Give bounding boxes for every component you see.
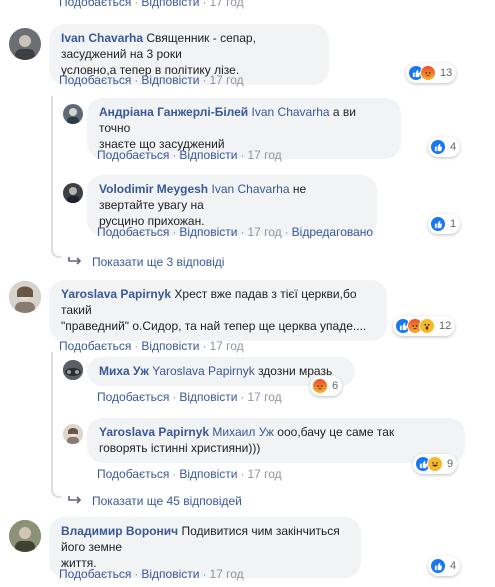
comment-author[interactable]: Yaroslava Papirnyk [61,287,171,301]
haha-icon [427,456,443,472]
avatar[interactable] [63,104,83,124]
top-comment-actions: Подобається · Відповісти · 17 год [59,0,244,9]
reply-link[interactable]: Відповісти [179,467,237,481]
reply-thread-line [51,352,53,486]
reply-link[interactable]: Відповісти [141,73,199,87]
timestamp: 17 год [247,225,282,239]
like-link[interactable]: Подобається [97,225,169,239]
like-link[interactable]: Подобається [59,339,131,353]
reaction-count: 13 [440,67,453,79]
timestamp: 17 год [209,73,244,87]
comment-text-line2: говорять істинні християни))) [99,441,261,455]
reply-link[interactable]: Відповісти [141,567,199,581]
reply-link[interactable]: Відповісти [179,390,237,404]
mention[interactable]: Ivan Chavarha [252,105,330,119]
reply-link[interactable]: Відповісти [141,339,199,353]
avatar[interactable] [63,183,83,203]
thread-corner [51,486,61,498]
reaction-summary[interactable]: 1 [428,214,461,234]
show-more-replies-link[interactable]: Показати ще 3 відповіді [68,255,224,269]
reaction-count: 4 [450,141,457,153]
reply-link[interactable]: Відповісти [141,0,199,9]
timestamp: 17 год [209,567,244,581]
avatar[interactable] [63,360,83,380]
avatar[interactable] [9,520,41,552]
angry-icon [420,65,436,81]
timestamp: 17 год [247,390,282,404]
reaction-summary[interactable]: 12 [393,316,456,336]
timestamp: 17 год [209,339,244,353]
edited-link[interactable]: Відредаговано [292,225,373,239]
like-link[interactable]: Подобається [97,390,169,404]
reaction-count: 4 [450,560,457,572]
like-link[interactable]: Подобається [59,73,131,87]
like-icon [430,216,446,232]
avatar[interactable] [9,28,41,60]
comment-author[interactable]: Владимир Воронич [61,524,178,538]
comment-text-line2: "праведний" о.Сидор, та най тепер ще цер… [61,319,367,333]
comment-author[interactable]: Volodimir Meygesh [99,182,208,196]
reply-link[interactable]: Відповісти [179,225,237,239]
reaction-summary[interactable]: 6 [310,376,343,396]
like-link[interactable]: Подобається [97,467,169,481]
reaction-count: 12 [439,320,452,332]
reply-actions: Подобається · Відповісти · 17 год [97,390,282,404]
mention[interactable]: Ivan Chavarha [211,182,289,196]
reaction-summary[interactable]: 4 [428,556,461,576]
comment-author[interactable]: Миха Уж [99,364,149,378]
reply-arrow-icon [68,255,82,269]
reaction-summary[interactable]: 9 [413,454,458,474]
like-link[interactable]: Подобається [59,567,131,581]
reply-actions: Подобається · Відповісти · 17 год · Відредагов… [97,225,374,239]
reaction-summary[interactable]: 4 [428,137,461,157]
like-icon [430,558,446,574]
comment-actions: Подобається · Відповісти · 17 год [59,567,244,581]
comment-author[interactable]: Ivan Chavarha [61,31,143,45]
timestamp: 17 год [247,148,282,162]
avatar[interactable] [63,424,83,444]
reaction-count: 1 [450,218,457,230]
angry-icon [312,378,328,394]
comment-text: ооо,бачу це саме так [277,425,395,439]
reply-actions: Подобається · Відповісти · 17 год [97,467,282,481]
mention[interactable]: Михаил Уж [212,425,274,439]
reply-bubble: Yaroslava Papirnyk Михаил Уж ооо,бачу це… [87,418,465,463]
reaction-count: 9 [447,458,454,470]
comment-actions: Подобається · Відповісти · 17 год [59,73,244,87]
avatar[interactable] [9,281,41,313]
reply-thread-line [51,96,53,246]
like-icon [430,139,446,155]
thread-corner [51,246,61,258]
like-link[interactable]: Подобається [97,148,169,162]
wow-icon [419,318,435,334]
comment-author[interactable]: Андріана Ганжерлі-Білей [99,105,248,119]
reply-link[interactable]: Відповісти [179,148,237,162]
timestamp: 17 год [209,0,244,9]
reaction-summary[interactable]: 13 [406,63,457,83]
show-more-replies-link[interactable]: Показати ще 45 відповідей [68,494,242,508]
comment-actions: Подобається · Відповісти · 17 год [59,339,244,353]
reply-arrow-icon [68,494,82,508]
comment-bubble: Yaroslava Papirnyk Хрест вже падав з тіє… [49,280,387,341]
reply-actions: Подобається · Відповісти · 17 год [97,148,282,162]
like-link[interactable]: Подобається [59,0,131,9]
timestamp: 17 год [247,467,282,481]
reaction-count: 6 [332,380,339,392]
mention[interactable]: Yaroslava Papirnyk [152,364,255,378]
comment-author[interactable]: Yaroslava Papirnyk [99,425,209,439]
